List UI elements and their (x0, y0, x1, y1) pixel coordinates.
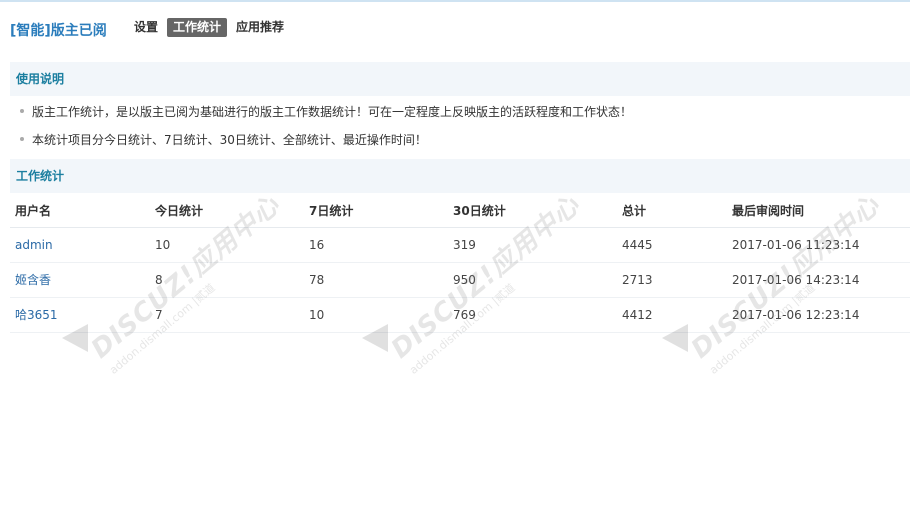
today-count: 8 (155, 273, 163, 287)
month-count: 769 (453, 308, 476, 322)
total-count: 4445 (622, 238, 653, 252)
stats-table: 用户名 今日统计 7日统计 30日统计 总计 最后审阅时间 admin 10 1… (10, 194, 910, 333)
column-header-7day: 7日统计 (309, 204, 354, 218)
usage-line-1: 版主工作统计，是以版主已阅为基础进行的版主工作数据统计！可在一定程度上反映版主的… (20, 103, 632, 120)
today-count: 10 (155, 238, 171, 252)
month-count: 319 (453, 238, 476, 252)
total-count: 4412 (622, 308, 653, 322)
table-header-row: 用户名 今日统计 7日统计 30日统计 总计 最后审阅时间 (10, 194, 910, 228)
tab-settings[interactable]: 设置 (128, 18, 164, 37)
last-review-time: 2017-01-06 14:23:14 (732, 273, 860, 287)
column-header-30day: 30日统计 (453, 204, 506, 218)
usage-section-heading: 使用说明 (10, 62, 910, 96)
last-review-time: 2017-01-06 12:23:14 (732, 308, 860, 322)
column-header-username: 用户名 (15, 204, 52, 218)
watermark-arrow-icon (662, 324, 688, 352)
table-row: admin 10 16 319 4445 2017-01-06 11:23:14 (10, 228, 910, 263)
bullet-icon (20, 108, 24, 113)
tab-app-recommend[interactable]: 应用推荐 (230, 18, 290, 37)
username-link[interactable]: 哈3651 (15, 298, 58, 333)
tab-work-stats[interactable]: 工作统计 (167, 18, 228, 37)
top-nav: 设置 工作统计 应用推荐 (128, 18, 293, 37)
stats-section-heading: 工作统计 (10, 159, 910, 193)
watermark-arrow-icon (362, 324, 388, 352)
table-row: 哈3651 7 10 769 4412 2017-01-06 12:23:14 (10, 298, 910, 333)
column-header-total: 总计 (622, 204, 647, 218)
week-count: 10 (309, 308, 325, 322)
usage-line-text: 本统计项目分今日统计、7日统计、30日统计、全部统计、最近操作时间！ (32, 133, 427, 147)
usage-line-text: 版主工作统计，是以版主已阅为基础进行的版主工作数据统计！可在一定程度上反映版主的… (32, 105, 633, 119)
app-title: [智能]版主已阅 (10, 23, 107, 39)
username-link[interactable]: 姬含香 (15, 263, 51, 298)
table-row: 姬含香 8 78 950 2713 2017-01-06 14:23:14 (10, 263, 910, 298)
column-header-last-review: 最后审阅时间 (732, 204, 805, 218)
last-review-time: 2017-01-06 11:23:14 (732, 238, 860, 252)
watermark-arrow-icon (62, 324, 88, 352)
bullet-icon (20, 136, 24, 141)
total-count: 2713 (622, 273, 653, 287)
week-count: 78 (309, 273, 325, 287)
week-count: 16 (309, 238, 325, 252)
page-header: [智能]版主已阅 设置 工作统计 应用推荐 (0, 2, 910, 56)
usage-line-2: 本统计项目分今日统计、7日统计、30日统计、全部统计、最近操作时间！ (20, 131, 427, 148)
today-count: 7 (155, 308, 163, 322)
username-link[interactable]: admin (15, 228, 53, 263)
month-count: 950 (453, 273, 476, 287)
column-header-today: 今日统计 (155, 204, 204, 218)
